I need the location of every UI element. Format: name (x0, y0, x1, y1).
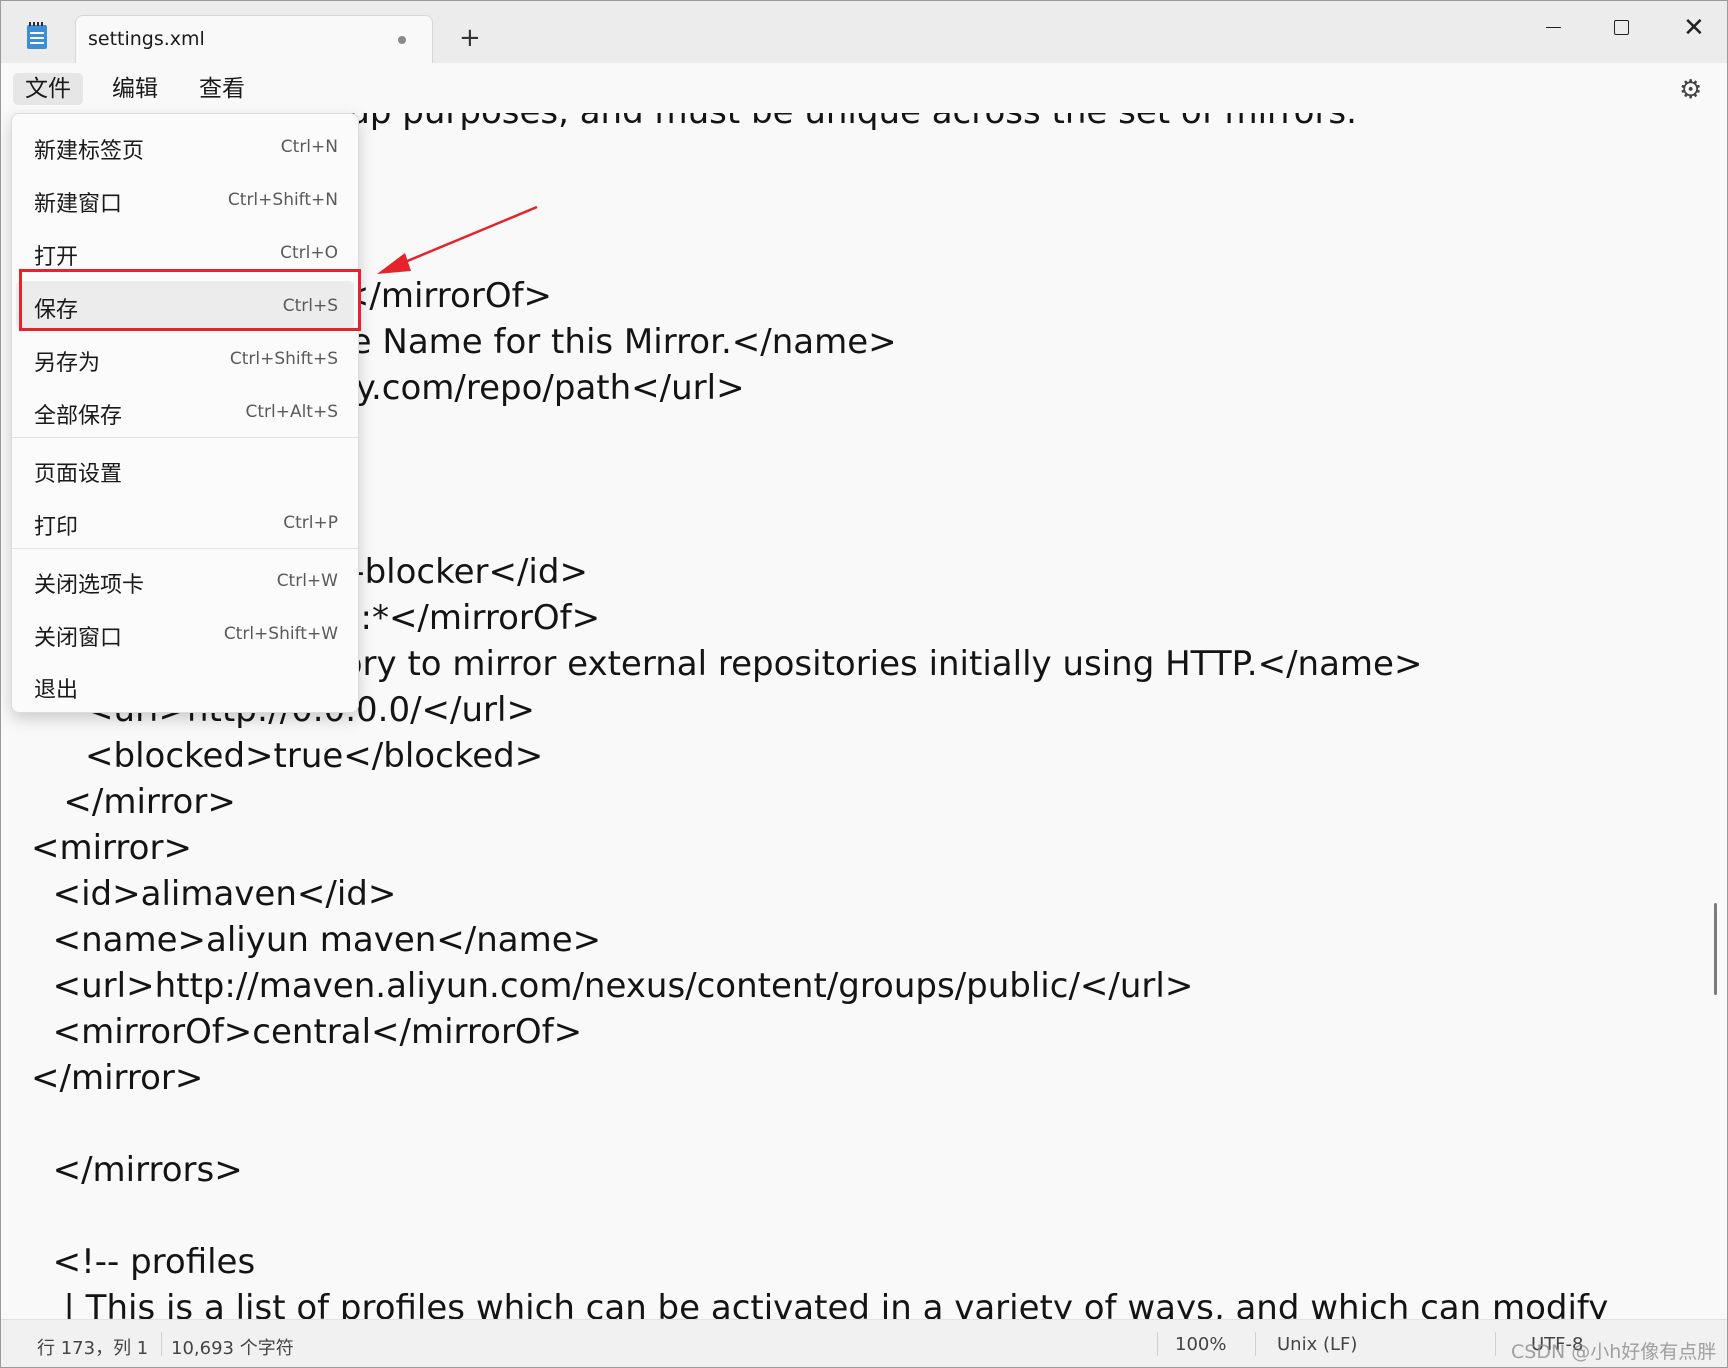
menu-bar: 文件 编辑 查看 ⚙ (1, 63, 1727, 113)
menu-item-label: 退出 (34, 678, 79, 703)
cursor-position: 行 173，列 1 (37, 1338, 149, 1359)
close-icon: ✕ (1683, 13, 1705, 43)
menu-separator (12, 437, 358, 438)
menu-item-label: 打印 (34, 515, 79, 540)
menu-separator (12, 548, 358, 549)
menu-item-new-tab[interactable]: 新建标签页 Ctrl+N (16, 122, 354, 170)
menu-edit[interactable]: 编辑 (100, 73, 170, 105)
menu-item-save-as[interactable]: 另存为 Ctrl+Shift+S (16, 334, 354, 382)
annotation-arrow-icon (377, 205, 538, 274)
minimize-icon (1546, 27, 1561, 28)
status-divider (161, 1332, 162, 1356)
minimize-button[interactable] (1533, 11, 1573, 45)
menu-item-label: 关闭选项卡 (34, 573, 145, 598)
line-ending[interactable]: Unix (LF) (1277, 1334, 1357, 1355)
menu-item-shortcut: Ctrl+Alt+S (245, 402, 338, 422)
maximize-icon (1614, 20, 1629, 35)
char-count: 10,693 个字符 (171, 1338, 294, 1359)
menu-item-shortcut: Ctrl+Shift+W (223, 624, 338, 644)
menu-item-shortcut: Ctrl+O (280, 243, 338, 263)
menu-view[interactable]: 查看 (187, 73, 257, 105)
menu-item-new-window[interactable]: 新建窗口 Ctrl+Shift+N (16, 175, 354, 223)
menu-file[interactable]: 文件 (13, 73, 83, 105)
vertical-scrollbar[interactable] (1714, 903, 1717, 995)
menu-item-close-tab[interactable]: 关闭选项卡 Ctrl+W (16, 556, 354, 604)
maximize-button[interactable] (1601, 11, 1641, 45)
app-window: settings.xml + ✕ 文件 编辑 查看 ⚙ and direct l… (0, 0, 1728, 1368)
annotation-highlight-box (19, 269, 361, 331)
menu-item-page-setup[interactable]: 页面设置 (16, 445, 354, 493)
tab-title: settings.xml (88, 28, 205, 50)
menu-item-print[interactable]: 打印 Ctrl+P (16, 498, 354, 546)
notepad-icon (27, 22, 47, 49)
new-tab-button[interactable]: + (459, 25, 481, 51)
menu-item-label: 另存为 (34, 351, 101, 376)
menu-item-label: 新建窗口 (34, 192, 123, 217)
menu-item-shortcut: Ctrl+P (283, 513, 338, 533)
menu-item-shortcut: Ctrl+W (276, 571, 338, 591)
zoom-level[interactable]: 100% (1175, 1334, 1226, 1355)
menu-item-shortcut: Ctrl+Shift+S (229, 349, 338, 369)
menu-item-shortcut: Ctrl+Shift+N (227, 190, 338, 210)
title-bar: settings.xml + ✕ (1, 1, 1727, 63)
tab-settings-xml[interactable]: settings.xml (75, 15, 433, 63)
menu-item-save-all[interactable]: 全部保存 Ctrl+Alt+S (16, 387, 354, 435)
unsaved-dot-icon[interactable] (398, 36, 406, 44)
status-bar: 行 173，列 1 10,693 个字符 100% Unix (LF) UTF-… (1, 1319, 1727, 1367)
file-menu-dropdown: 新建标签页 Ctrl+N 新建窗口 Ctrl+Shift+N 打开 Ctrl+O… (11, 113, 359, 713)
menu-item-label: 全部保存 (34, 404, 123, 429)
menu-item-label: 页面设置 (34, 462, 123, 487)
status-divider (1255, 1332, 1256, 1356)
gear-icon[interactable]: ⚙ (1679, 75, 1702, 105)
close-button[interactable]: ✕ (1673, 11, 1713, 45)
menu-item-label: 打开 (34, 245, 79, 270)
status-divider (1157, 1332, 1158, 1356)
menu-item-exit[interactable]: 退出 (16, 661, 354, 709)
menu-item-label: 关闭窗口 (34, 626, 123, 651)
status-divider (1495, 1332, 1496, 1356)
watermark: CSDN @小h好像有点胖 (1511, 1341, 1717, 1363)
menu-item-label: 新建标签页 (34, 139, 145, 164)
menu-item-shortcut: Ctrl+N (280, 137, 338, 157)
menu-item-close-window[interactable]: 关闭窗口 Ctrl+Shift+W (16, 609, 354, 657)
